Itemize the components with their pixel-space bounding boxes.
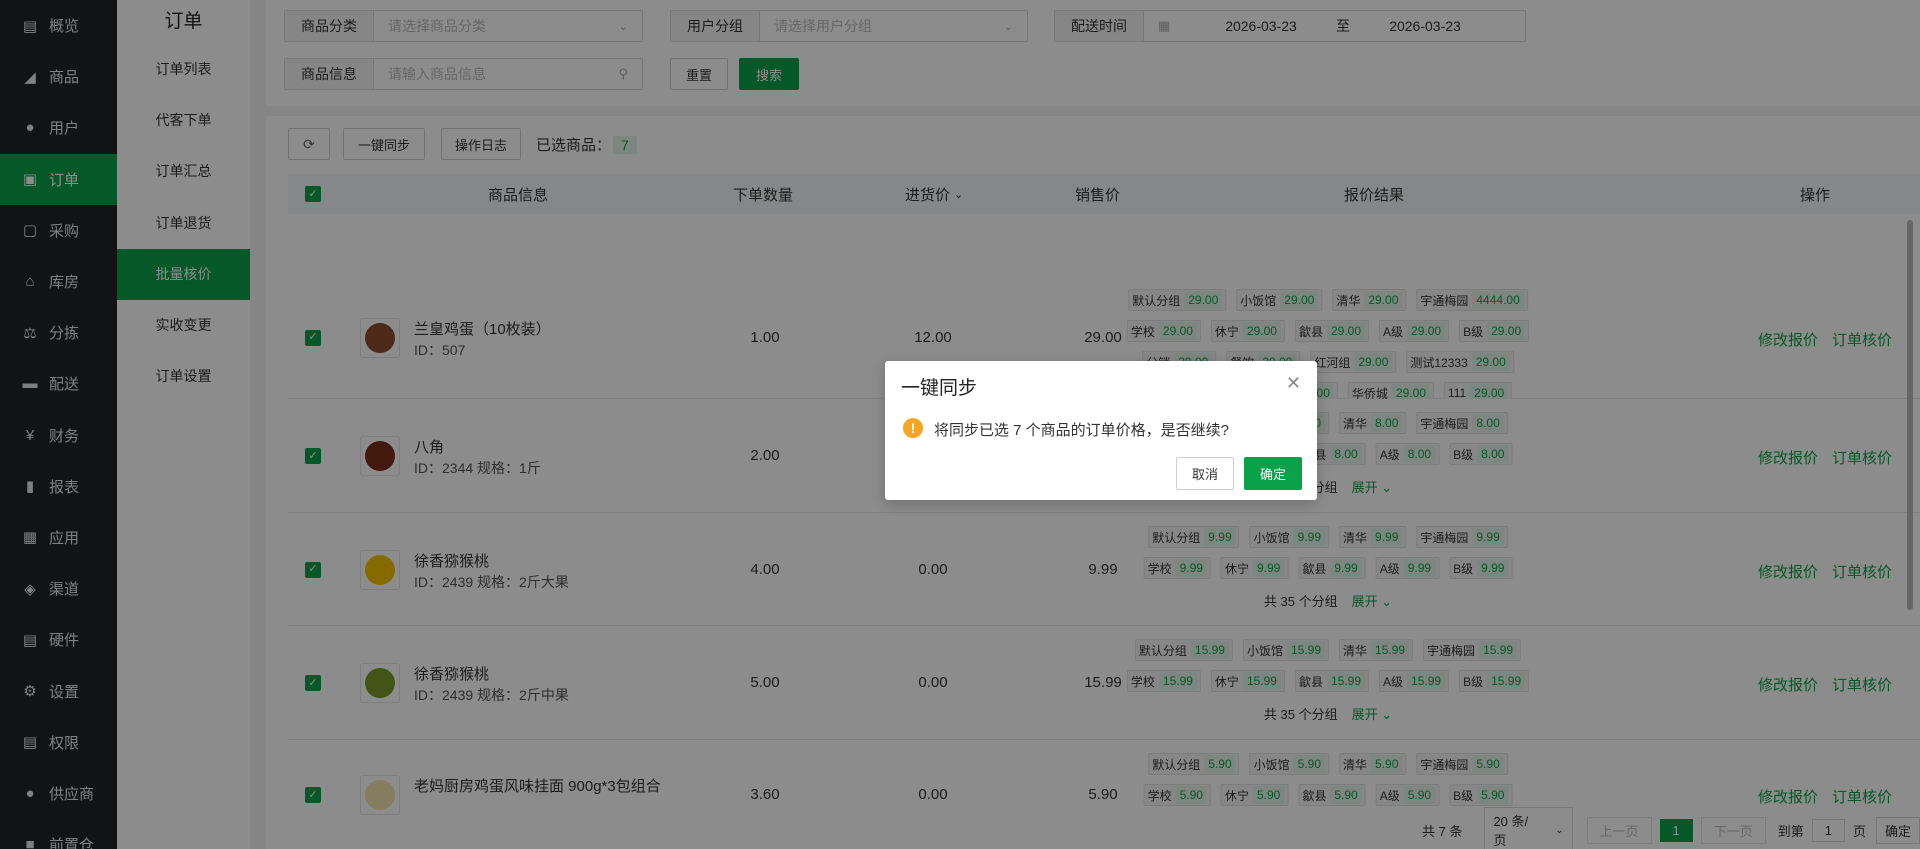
close-icon[interactable]: ✕	[1286, 373, 1301, 394]
cancel-button[interactable]: 取消	[1176, 457, 1234, 490]
sync-confirm-dialog: 一键同步 ✕ ! 将同步已选 7 个商品的订单价格，是否继续? 取消 确定	[885, 361, 1317, 500]
app-root: ▤ 概览 ◢ 商品 ● 用户 ▣ 订单 ▢ 采购 ⌂ 库房 ⚖ 分拣 ▬ 配送 ¥ 财务 ▮ 报表 ▦ 应用 ◈ 渠道 ▤ 硬件 ⚙…	[0, 0, 1920, 849]
dialog-message: 将同步已选 7 个商品的订单价格，是否继续?	[934, 422, 1230, 439]
warning-icon: !	[903, 418, 923, 438]
confirm-button[interactable]: 确定	[1244, 457, 1302, 490]
dialog-title: 一键同步	[901, 378, 978, 399]
